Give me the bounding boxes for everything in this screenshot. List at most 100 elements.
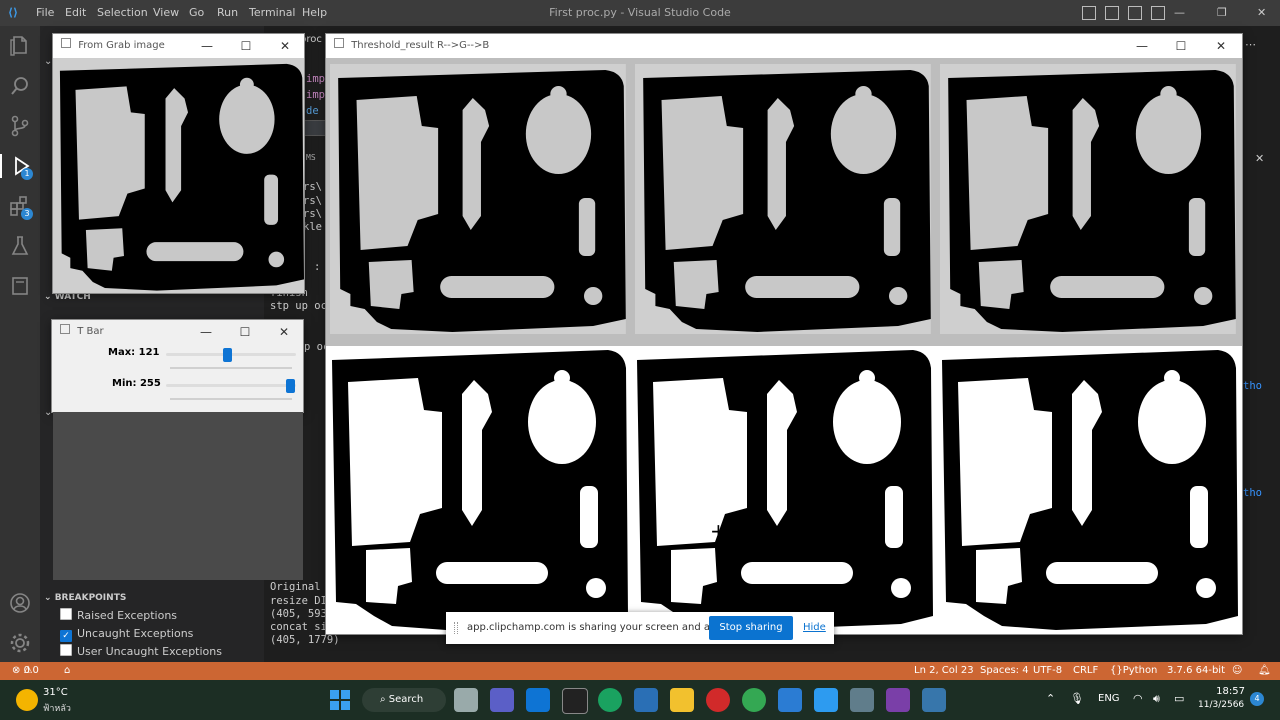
python-app-icon[interactable] bbox=[922, 688, 946, 712]
weather-temp[interactable]: 31°C bbox=[43, 687, 68, 698]
menu-edit[interactable]: Edit bbox=[65, 0, 86, 26]
breakpoint-uncaught-exceptions[interactable]: ✓ Uncaught Exceptions bbox=[60, 626, 193, 642]
min-label: Min: 255 bbox=[112, 378, 161, 389]
volume-icon[interactable]: 🔊︎ bbox=[1153, 692, 1160, 706]
maximize-icon[interactable]: ☐ bbox=[1162, 34, 1200, 58]
task-view-icon[interactable] bbox=[454, 688, 478, 712]
photos-icon[interactable] bbox=[814, 688, 838, 712]
extensions-badge: 3 bbox=[21, 208, 33, 220]
activity-bar: 1 3 bbox=[0, 26, 40, 662]
line-endings[interactable]: CRLF bbox=[1073, 662, 1098, 680]
clipchamp-icon[interactable] bbox=[886, 688, 910, 712]
maximize-icon[interactable]: ☐ bbox=[226, 320, 264, 344]
more-actions-icon[interactable]: ⋯ bbox=[1245, 38, 1256, 51]
chrome-icon[interactable] bbox=[742, 688, 766, 712]
breakpoint-raised-exceptions[interactable]: Raised Exceptions bbox=[60, 608, 177, 624]
close-icon[interactable]: ✕ bbox=[266, 34, 304, 58]
feedback-icon[interactable]: ☺ bbox=[1232, 662, 1242, 680]
close-icon[interactable]: ✕ bbox=[1257, 0, 1266, 26]
terminal-taskbar-icon[interactable] bbox=[562, 688, 588, 714]
accounts-icon[interactable] bbox=[8, 591, 32, 615]
input-language[interactable]: ENG bbox=[1098, 693, 1120, 704]
toggle-panel-icon[interactable] bbox=[1105, 6, 1119, 20]
language-label: Python bbox=[1122, 665, 1158, 676]
testing-icon[interactable] bbox=[8, 234, 32, 258]
cursor-position[interactable]: Ln 2, Col 23 bbox=[914, 662, 974, 680]
checkbox[interactable] bbox=[60, 644, 72, 656]
breakpoints-section-header[interactable]: ⌄ BREAKPOINTS bbox=[40, 589, 264, 607]
checkbox-checked[interactable]: ✓ bbox=[60, 630, 72, 642]
menu-terminal[interactable]: Terminal bbox=[249, 0, 296, 26]
chevron-up-icon[interactable]: ⌃ bbox=[1046, 692, 1055, 705]
chevron-down-icon: ⌄ bbox=[44, 593, 52, 603]
close-icon[interactable]: ✕ bbox=[1202, 34, 1240, 58]
source-control-icon[interactable] bbox=[8, 114, 32, 138]
notification-badge[interactable]: 4 bbox=[1250, 692, 1264, 706]
remote-explorer-icon[interactable] bbox=[8, 274, 32, 298]
menu-run[interactable]: Run bbox=[217, 0, 238, 26]
minimize-icon[interactable]: — bbox=[188, 34, 226, 58]
hide-link[interactable]: Hide bbox=[803, 622, 826, 633]
threshold-result-window[interactable]: Threshold_result R-->G-->B — ☐ ✕ + bbox=[326, 34, 1242, 634]
minimize-icon[interactable]: — bbox=[1123, 34, 1161, 58]
clock-time[interactable]: 18:57 bbox=[1213, 686, 1245, 697]
wifi-icon[interactable]: ◠ bbox=[1133, 692, 1143, 705]
maximize-icon[interactable]: ❐ bbox=[1217, 0, 1227, 26]
menu-help[interactable]: Help bbox=[302, 0, 327, 26]
powershell-icon[interactable] bbox=[634, 688, 658, 712]
explorer-icon[interactable] bbox=[8, 34, 32, 58]
python-interpreter[interactable]: 3.7.6 64-bit bbox=[1167, 662, 1225, 680]
problems-indicator[interactable]: ⊗ 0 ⚠ 0 bbox=[12, 662, 39, 680]
customize-layout-icon[interactable] bbox=[1151, 6, 1165, 20]
drag-handle-icon[interactable] bbox=[454, 622, 458, 634]
menu-selection[interactable]: Selection bbox=[97, 0, 148, 26]
stop-sharing-button[interactable]: Stop sharing bbox=[709, 616, 793, 640]
breakpoint-user-uncaught-exceptions[interactable]: User Uncaught Exceptions bbox=[60, 644, 222, 660]
notepad-icon[interactable] bbox=[778, 688, 802, 712]
menu-file[interactable]: File bbox=[36, 0, 54, 26]
windows-start-icon[interactable] bbox=[330, 690, 350, 710]
tbar-window[interactable]: T Bar — ☐ ✕ Max: 121 Min: 255 bbox=[52, 320, 303, 412]
teams-icon[interactable] bbox=[490, 688, 514, 712]
toggle-sidebar-icon[interactable] bbox=[1082, 6, 1096, 20]
share-message: app.clipchamp.com is sharing your screen… bbox=[467, 622, 735, 633]
warning-count: 0 bbox=[32, 665, 39, 676]
encoding[interactable]: UTF-8 bbox=[1033, 662, 1062, 680]
language-mode[interactable]: {} Python bbox=[1110, 662, 1157, 680]
chevron-down-icon[interactable]: ⌄ bbox=[44, 56, 52, 67]
edge-icon[interactable] bbox=[598, 688, 622, 712]
max-slider-thumb[interactable] bbox=[222, 348, 232, 362]
settings-gear-icon[interactable] bbox=[8, 631, 32, 655]
indentation[interactable]: Spaces: 4 bbox=[980, 662, 1029, 680]
microphone-icon[interactable]: 🎙︎ bbox=[1070, 692, 1084, 705]
maximize-icon[interactable]: ☐ bbox=[227, 34, 265, 58]
close-panel-icon[interactable]: ✕ bbox=[1255, 152, 1264, 165]
max-label: Max: 121 bbox=[108, 347, 160, 358]
grab-image bbox=[53, 58, 304, 293]
crosshair-cursor-icon: + bbox=[710, 519, 727, 543]
taskbar-search[interactable]: ⌕ Search bbox=[362, 688, 446, 712]
search-icon[interactable] bbox=[8, 74, 32, 98]
minimize-icon[interactable]: — bbox=[1174, 0, 1185, 26]
terminal-line: rs\ bbox=[303, 195, 322, 207]
opera-icon[interactable] bbox=[706, 688, 730, 712]
weather-sun-icon[interactable] bbox=[16, 689, 38, 711]
battery-icon[interactable]: ▭ bbox=[1174, 692, 1184, 705]
toggle-secondary-sidebar-icon[interactable] bbox=[1128, 6, 1142, 20]
threshold-window-titlebar[interactable]: Threshold_result R-->G-->B bbox=[326, 34, 1242, 58]
notifications-icon[interactable]: 🔔︎ bbox=[1258, 662, 1271, 680]
clock-date[interactable]: 11/3/2566 bbox=[1198, 700, 1244, 710]
grab-image-window[interactable]: From Grab image — ☐ ✕ bbox=[53, 34, 304, 293]
settings-app-icon[interactable] bbox=[850, 688, 874, 712]
terminal-line: rs\ bbox=[303, 181, 322, 193]
menu-view[interactable]: View bbox=[153, 0, 179, 26]
file-explorer-icon[interactable] bbox=[670, 688, 694, 712]
close-icon[interactable]: ✕ bbox=[265, 320, 303, 344]
vscode-taskbar-icon[interactable] bbox=[526, 688, 550, 712]
min-slider-thumb[interactable] bbox=[285, 379, 295, 393]
menu-go[interactable]: Go bbox=[189, 0, 204, 26]
checkbox[interactable] bbox=[60, 608, 72, 620]
minimize-icon[interactable]: — bbox=[187, 320, 225, 344]
vscode-logo-icon[interactable]: ⟨⟩ bbox=[8, 0, 18, 26]
ports-icon[interactable]: ⌂ bbox=[64, 662, 70, 680]
